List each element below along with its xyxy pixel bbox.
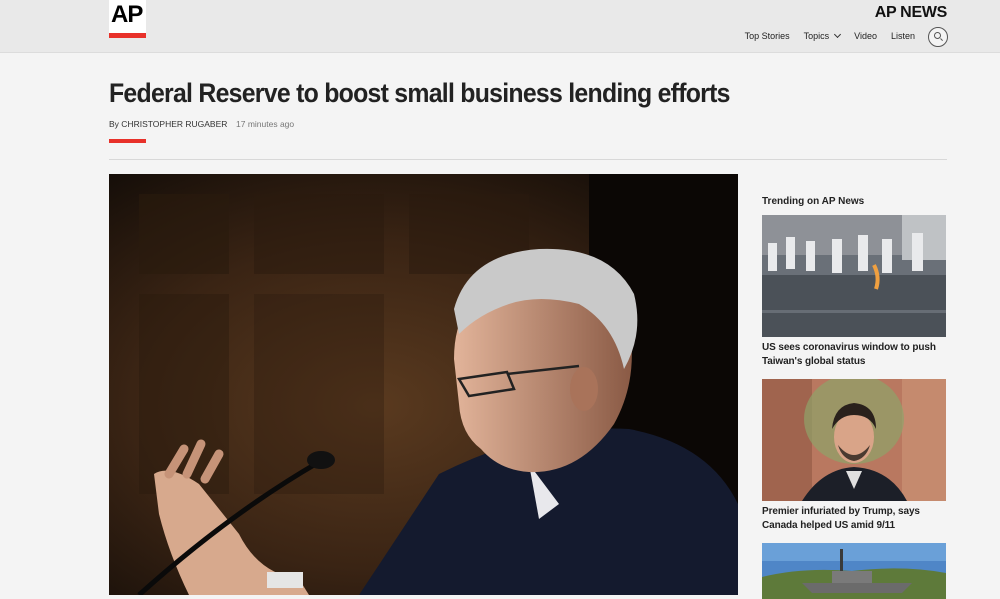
nav-top-stories-label: Top Stories bbox=[744, 31, 790, 41]
trending-item-image[interactable] bbox=[762, 543, 946, 599]
trending-item-caption[interactable]: Premier infuriated by Trump, says Canada… bbox=[762, 505, 946, 533]
nav-video[interactable]: Video bbox=[854, 31, 877, 41]
logo-text: AP bbox=[111, 1, 143, 28]
main-nav: Top Stories Topics Video Listen bbox=[731, 30, 915, 41]
trending-photo-premier bbox=[762, 379, 946, 501]
trending-item[interactable]: US sees coronavirus window to push Taiwa… bbox=[762, 215, 946, 369]
divider bbox=[109, 159, 947, 160]
nav-listen-label: Listen bbox=[890, 31, 915, 41]
byline-prefix: By bbox=[109, 119, 119, 129]
byline: By CHRISTOPHER RUGABER bbox=[109, 119, 227, 129]
lead-photo[interactable] bbox=[109, 174, 738, 595]
trending-item[interactable]: Premier infuriated by Trump, says Canada… bbox=[762, 379, 946, 533]
lead-photo-image bbox=[109, 174, 738, 595]
trending-item-caption[interactable]: US sees coronavirus window to push Taiwa… bbox=[762, 341, 946, 369]
logo-red-bar bbox=[109, 33, 146, 38]
trending-title: Trending on AP News bbox=[762, 196, 865, 207]
article-headline: Federal Reserve to boost small business … bbox=[109, 78, 730, 108]
trending-photo-ship bbox=[762, 543, 946, 599]
nav-listen[interactable]: Listen bbox=[891, 31, 915, 41]
author-name[interactable]: CHRISTOPHER RUGABER bbox=[121, 119, 227, 129]
red-accent-bar bbox=[109, 139, 146, 143]
top-bar: AP AP NEWS Top Stories Topics Video List… bbox=[0, 0, 1000, 53]
trending-item[interactable] bbox=[762, 543, 946, 599]
trending-photo-disinfection bbox=[762, 215, 946, 337]
search-icon-handle bbox=[940, 38, 943, 42]
ap-logo[interactable]: AP bbox=[109, 0, 146, 38]
brand-name[interactable]: AP NEWS bbox=[875, 4, 948, 22]
nav-top-stories[interactable]: Top Stories bbox=[745, 31, 790, 41]
nav-video-label: Video bbox=[854, 31, 877, 41]
search-button[interactable] bbox=[928, 27, 948, 47]
trending-item-image[interactable] bbox=[762, 215, 946, 337]
trending-item-image[interactable] bbox=[762, 379, 946, 501]
nav-topics-label: Topics bbox=[803, 31, 830, 41]
chevron-down-icon bbox=[834, 30, 842, 39]
article-timestamp: 17 minutes ago bbox=[236, 119, 295, 129]
nav-topics[interactable]: Topics bbox=[803, 30, 842, 41]
